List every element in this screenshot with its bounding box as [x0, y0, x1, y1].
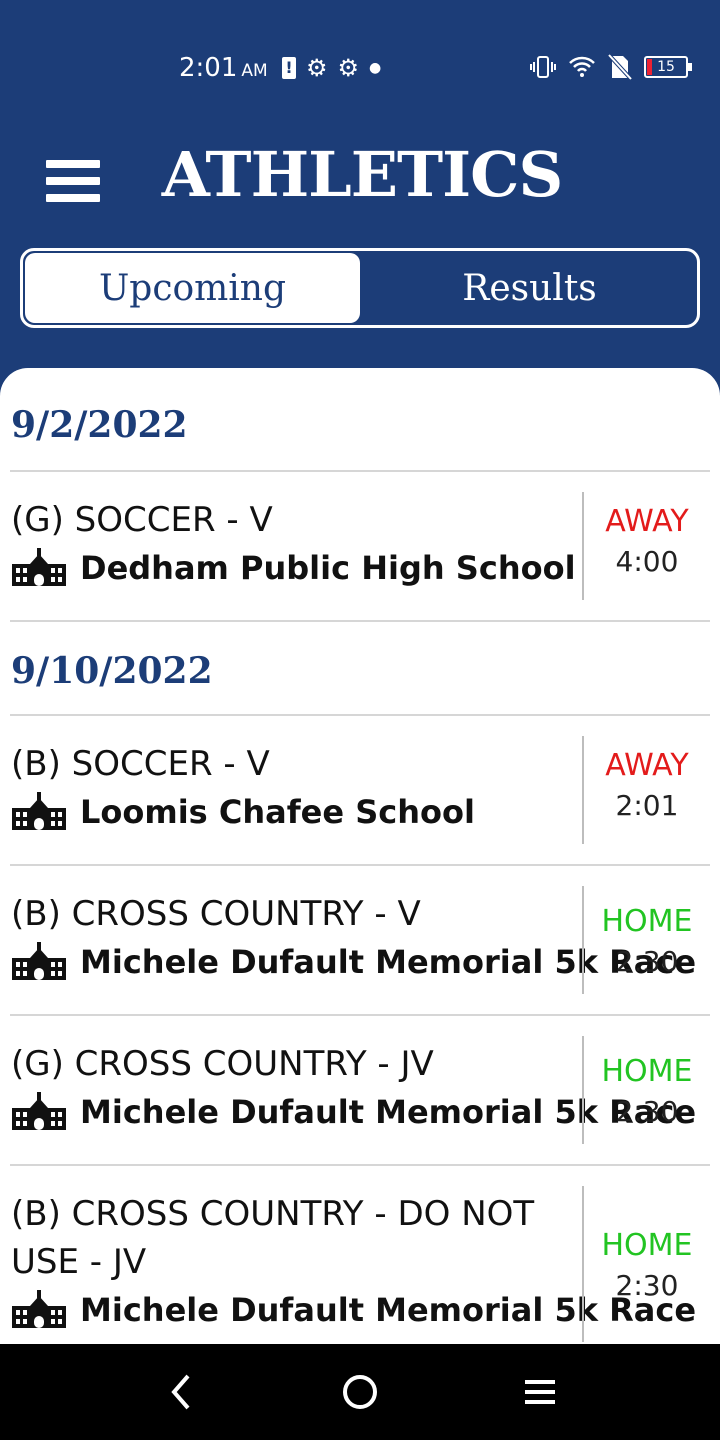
events-list: 9/2/2022 (G) SOCCER - V Dedham Public Hi…: [0, 368, 720, 1344]
settings-icon: ⚙: [306, 54, 328, 82]
event-time: 2:01: [615, 789, 679, 822]
dot-icon: ●: [369, 60, 382, 76]
event-location: HOME: [601, 1054, 693, 1089]
school-building-icon: [12, 942, 66, 980]
date-header: 9/2/2022: [10, 368, 710, 472]
event-time: 2:30: [615, 945, 679, 978]
event-status: AWAY 2:01: [582, 736, 710, 844]
event-sport: (G) SOCCER - V: [11, 500, 273, 540]
vibrate-icon: [530, 56, 556, 78]
event-status: HOME 2:30: [582, 1186, 710, 1342]
date-header: 9/10/2022: [10, 622, 710, 716]
event-row[interactable]: (G) SOCCER - V Dedham Public High School…: [10, 472, 710, 622]
event-status: HOME 2:30: [582, 886, 710, 994]
event-location: AWAY: [605, 504, 689, 539]
event-location: HOME: [601, 904, 693, 939]
battery-level: 15: [657, 59, 675, 75]
status-time: 2:01 AM: [179, 53, 268, 83]
status-notification-icons: ! ⚙ ⚙ ●: [282, 54, 381, 82]
back-icon[interactable]: [156, 1372, 206, 1412]
event-sport: (B) CROSS COUNTRY - V: [11, 894, 421, 934]
no-sim-icon: [608, 54, 632, 80]
page-title: ATHLETICS: [161, 138, 564, 211]
school-building-icon: [12, 792, 66, 830]
tab-upcoming[interactable]: Upcoming: [25, 253, 360, 323]
wifi-icon: [569, 56, 595, 77]
event-venue: Dedham Public High School: [80, 549, 576, 587]
settings-outline-icon: ⚙: [337, 54, 360, 82]
event-sport: (B) SOCCER - V: [11, 744, 270, 784]
event-location: AWAY: [605, 748, 689, 783]
school-building-icon: [12, 1290, 66, 1328]
status-time-value: 2:01: [179, 53, 238, 83]
event-status: HOME 2:30: [582, 1036, 710, 1144]
school-building-icon: [12, 1092, 66, 1130]
event-time: 2:30: [615, 1269, 679, 1302]
status-bar: 2:01 AM ! ⚙ ⚙ ● 15: [0, 0, 720, 120]
status-system-icons: 15: [530, 54, 692, 80]
event-venue: Loomis Chafee School: [80, 793, 475, 831]
battery-alert-icon: !: [282, 57, 296, 79]
event-time: 4:00: [615, 545, 679, 578]
event-sport: (B) CROSS COUNTRY - DO NOT USE - JV: [11, 1194, 535, 1282]
tab-results[interactable]: Results: [362, 251, 697, 325]
event-sport: (G) CROSS COUNTRY - JV: [11, 1044, 434, 1084]
event-row[interactable]: (B) SOCCER - V Loomis Chafee School AWAY…: [10, 716, 710, 866]
event-location: HOME: [601, 1228, 693, 1263]
event-row[interactable]: (B) CROSS COUNTRY - V Michele Dufault Me…: [10, 866, 710, 1016]
event-row[interactable]: (G) CROSS COUNTRY - JV Michele Dufault M…: [10, 1016, 710, 1166]
status-ampm: AM: [241, 61, 268, 81]
event-time: 2:30: [615, 1095, 679, 1128]
home-icon[interactable]: [335, 1372, 385, 1412]
tab-segment-control: Upcoming Results: [20, 248, 700, 328]
school-building-icon: [12, 548, 66, 586]
system-nav-bar: [0, 1344, 720, 1440]
recent-apps-icon[interactable]: [515, 1372, 565, 1412]
battery-icon: 15: [644, 56, 692, 78]
event-row[interactable]: (B) CROSS COUNTRY - DO NOT USE - JV Mich…: [10, 1166, 710, 1344]
event-status: AWAY 4:00: [582, 492, 710, 600]
